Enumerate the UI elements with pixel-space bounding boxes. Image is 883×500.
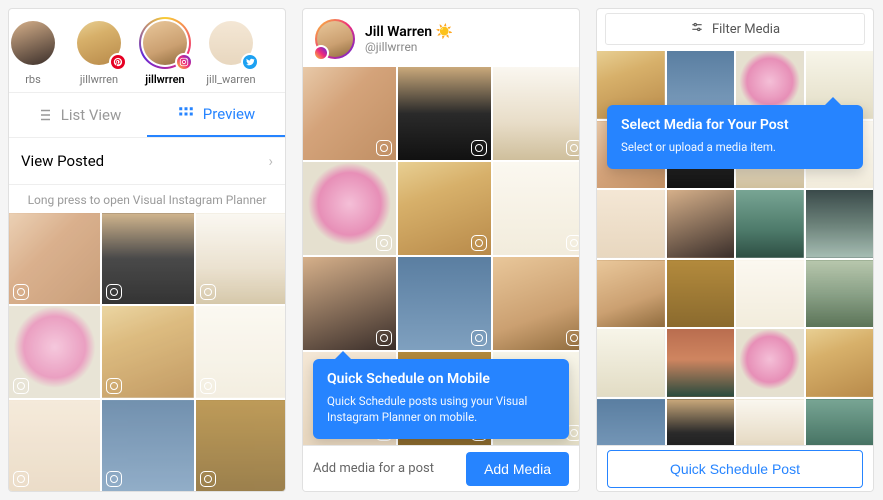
select-media-tooltip: Select Media for Your Post Select or upl… xyxy=(607,105,863,169)
tooltip-title: Quick Schedule on Mobile xyxy=(327,371,555,387)
add-media-footer: Add media for a post Add Media xyxy=(303,445,579,491)
media-cell[interactable] xyxy=(667,260,735,328)
chevron-right-icon: › xyxy=(268,152,273,170)
feed-cell[interactable] xyxy=(303,162,396,255)
story-account-active[interactable]: jillwrren xyxy=(139,17,191,86)
sliders-icon xyxy=(690,20,704,38)
feed-cell[interactable] xyxy=(102,213,193,304)
instagram-icon xyxy=(471,235,487,251)
planner-preview-panel: rbs jillwrren jillwrren jill_warren List… xyxy=(8,8,286,492)
filter-label: Filter Media xyxy=(712,22,780,37)
instagram-icon xyxy=(13,378,29,394)
instagram-icon xyxy=(566,140,579,156)
add-media-button[interactable]: Add Media xyxy=(466,452,569,486)
story-account[interactable]: rbs xyxy=(8,17,59,86)
feed-cell[interactable] xyxy=(493,257,579,350)
media-cell[interactable] xyxy=(667,190,735,258)
profile-handle: @jillwrren xyxy=(365,40,453,54)
instagram-icon xyxy=(471,330,487,346)
instagram-icon xyxy=(106,284,122,300)
story-label: jillwrren xyxy=(145,73,184,86)
view-posted-row[interactable]: View Posted › xyxy=(9,138,285,185)
tab-preview[interactable]: Preview xyxy=(147,93,285,137)
feed-cell[interactable] xyxy=(398,162,491,255)
media-cell[interactable] xyxy=(667,329,735,397)
feed-cell[interactable] xyxy=(9,306,100,397)
instagram-icon xyxy=(175,53,193,71)
instagram-icon xyxy=(376,140,392,156)
feed-cell[interactable] xyxy=(398,257,491,350)
feed-cell[interactable] xyxy=(196,213,285,304)
instagram-icon xyxy=(313,45,329,61)
feed-cell[interactable] xyxy=(303,257,396,350)
instagram-icon xyxy=(376,330,392,346)
feed-cell[interactable] xyxy=(9,400,100,491)
media-cell[interactable] xyxy=(736,190,804,258)
feed-grid xyxy=(9,213,285,491)
instagram-icon xyxy=(471,140,487,156)
profile-header: Jill Warren ☀️ @jillwrren xyxy=(303,9,579,67)
feed-cell[interactable] xyxy=(102,306,193,397)
quick-schedule-post-button[interactable]: Quick Schedule Post xyxy=(607,450,863,488)
quick-schedule-panel: Jill Warren ☀️ @jillwrren Quick Schedule… xyxy=(302,8,580,492)
long-press-hint: Long press to open Visual Instagram Plan… xyxy=(9,185,285,213)
media-cell[interactable] xyxy=(806,329,874,397)
feed-cell[interactable] xyxy=(9,213,100,304)
tooltip-body: Quick Schedule posts using your Visual I… xyxy=(327,393,555,425)
tab-label: Preview xyxy=(203,105,255,123)
instagram-icon xyxy=(566,235,579,251)
feed-cell[interactable] xyxy=(493,162,579,255)
quick-schedule-tooltip: Quick Schedule on Mobile Quick Schedule … xyxy=(313,359,569,439)
tab-list-view[interactable]: List View xyxy=(9,93,147,137)
feed-cell[interactable] xyxy=(398,67,491,160)
feed-cell[interactable] xyxy=(196,400,285,491)
instagram-icon xyxy=(200,284,216,300)
media-cell[interactable] xyxy=(597,190,665,258)
tooltip-body: Select or upload a media item. xyxy=(621,139,849,155)
grid-icon xyxy=(177,105,195,123)
story-label: jill_warren xyxy=(206,73,255,86)
profile-avatar[interactable] xyxy=(315,19,355,59)
footer-text: Add media for a post xyxy=(313,461,456,476)
stories-row: rbs jillwrren jillwrren jill_warren xyxy=(9,9,285,92)
twitter-icon xyxy=(241,53,259,71)
story-label: rbs xyxy=(25,73,41,86)
instagram-icon xyxy=(106,378,122,394)
story-label: jillwrren xyxy=(80,73,118,86)
media-cell[interactable] xyxy=(806,260,874,328)
feed-cell[interactable] xyxy=(303,67,396,160)
instagram-icon xyxy=(13,471,29,487)
media-cell[interactable] xyxy=(597,260,665,328)
view-posted-label: View Posted xyxy=(21,152,104,170)
media-cell[interactable] xyxy=(736,260,804,328)
feed-cell[interactable] xyxy=(196,306,285,397)
instagram-icon xyxy=(200,378,216,394)
profile-name: Jill Warren ☀️ xyxy=(365,24,453,40)
instagram-icon xyxy=(13,284,29,300)
feed-cell[interactable] xyxy=(493,67,579,160)
instagram-icon xyxy=(200,471,216,487)
media-cell[interactable] xyxy=(806,190,874,258)
tab-label: List View xyxy=(61,106,122,124)
filter-media-button[interactable]: Filter Media xyxy=(605,13,865,45)
schedule-footer: Quick Schedule Post xyxy=(597,445,873,491)
list-icon xyxy=(35,106,53,124)
media-picker-panel: Filter Media Select Media for Your Post … xyxy=(596,8,874,492)
pinterest-icon xyxy=(109,53,127,71)
feed-cell[interactable] xyxy=(102,400,193,491)
instagram-icon xyxy=(566,330,579,346)
instagram-icon xyxy=(376,235,392,251)
view-tabs: List View Preview xyxy=(9,92,285,138)
instagram-icon xyxy=(106,471,122,487)
story-account[interactable]: jill_warren xyxy=(205,17,257,86)
media-cell[interactable] xyxy=(597,329,665,397)
tooltip-title: Select Media for Your Post xyxy=(621,117,849,133)
story-account[interactable]: jillwrren xyxy=(73,17,125,86)
media-cell[interactable] xyxy=(736,329,804,397)
